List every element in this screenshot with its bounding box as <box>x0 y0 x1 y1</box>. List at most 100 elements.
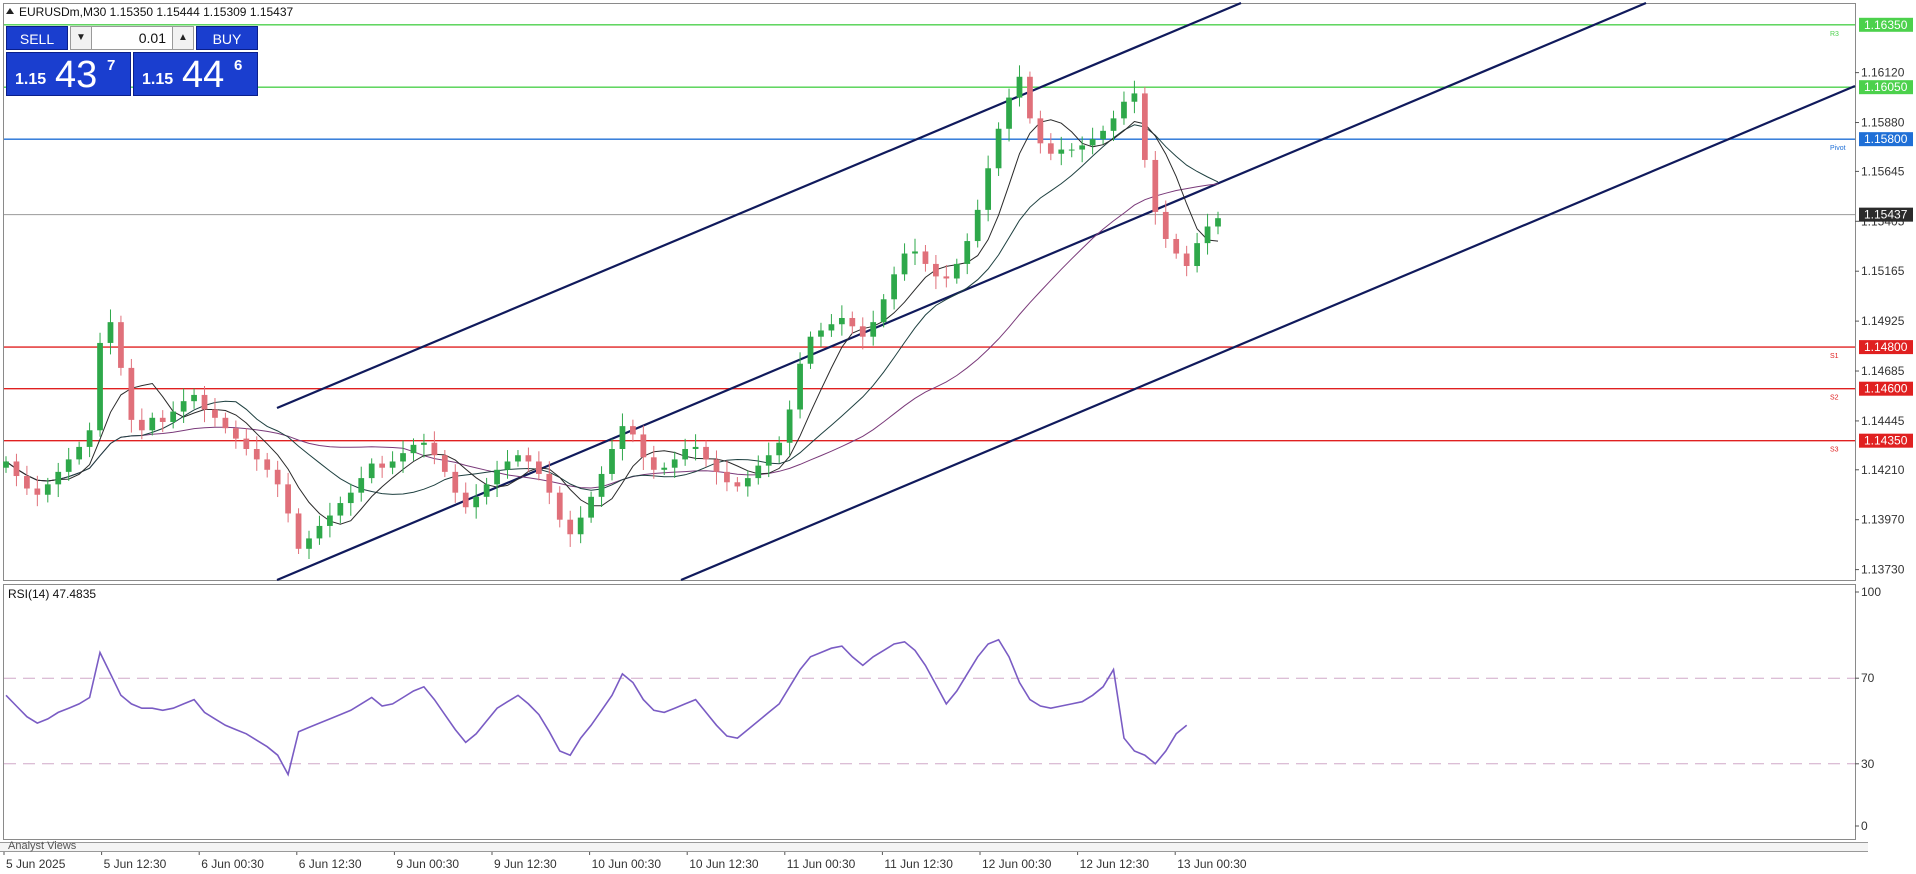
candle <box>577 506 584 544</box>
sell-button[interactable]: SELL <box>6 26 68 50</box>
candle-body <box>159 417 166 422</box>
candle <box>1121 91 1127 125</box>
candle-body <box>149 417 156 431</box>
candle <box>337 496 344 524</box>
time-tick-label: 11 Jun 12:30 <box>884 857 953 871</box>
candle-body <box>232 428 239 439</box>
time-tick-label: 12 Jun 12:30 <box>1080 857 1150 871</box>
candle <box>1141 86 1148 168</box>
candle-body <box>630 426 636 435</box>
candle-body <box>609 448 615 474</box>
candle-body <box>34 488 41 495</box>
candle-body <box>974 209 981 242</box>
candle <box>953 258 960 284</box>
rsi-axis: 100 70 30 0 <box>1855 585 1881 833</box>
candle-body <box>201 394 208 410</box>
candle <box>1058 136 1065 166</box>
sell-price-prefix: 1.15 <box>15 71 47 88</box>
candle-body <box>943 276 950 279</box>
candle-body <box>661 467 668 470</box>
candle-body <box>24 476 30 489</box>
rsi-tick-label: 100 <box>1861 585 1881 599</box>
level-tag: S3 <box>1830 447 1839 454</box>
candle <box>1068 143 1075 158</box>
candle-body <box>734 482 741 487</box>
lot-decrease-button[interactable]: ▼ <box>70 26 92 50</box>
candle-body <box>849 317 856 327</box>
candle-body <box>964 241 971 264</box>
candle <box>724 460 730 492</box>
candle <box>818 322 824 347</box>
candle <box>671 451 678 478</box>
candle <box>1173 233 1180 259</box>
time-tick-label: 12 Jun 00:30 <box>982 857 1052 871</box>
level-tag: S2 <box>1830 395 1839 402</box>
candle-body <box>253 448 260 460</box>
time-tick-label: 13 Jun 00:30 <box>1177 857 1247 871</box>
current-price-label: 1.15437 <box>1859 207 1913 222</box>
candle-body <box>1006 97 1012 129</box>
candle <box>912 238 918 265</box>
candle <box>859 317 866 350</box>
candle-body <box>588 496 594 518</box>
candle-body <box>515 455 521 462</box>
candle <box>567 510 574 547</box>
level-tag: Pivot <box>1830 145 1846 152</box>
candle-body <box>598 473 605 497</box>
candle-body <box>1141 93 1148 160</box>
sell-price-box[interactable]: 1.15 43 7 <box>6 52 131 96</box>
lot-size-input[interactable] <box>92 26 172 50</box>
rsi-tick-label: 0 <box>1861 819 1868 833</box>
candle-body <box>431 442 438 456</box>
candle-body <box>776 442 783 456</box>
candle-body <box>389 461 396 468</box>
rsi-panel-frame <box>3 584 1856 840</box>
chart-header-text: EURUSDm,M30 1.15350 1.15444 1.15309 1.15… <box>19 5 294 19</box>
candle-body <box>410 444 417 454</box>
candle-body <box>170 411 177 422</box>
candle <box>86 422 93 458</box>
candle-body <box>535 461 542 474</box>
candle-body <box>880 299 887 323</box>
candle-body <box>55 471 62 485</box>
price-chart[interactable]: 1.161201.158801.156451.154051.151651.149… <box>0 0 1916 874</box>
candle <box>191 388 197 409</box>
candle <box>535 451 542 481</box>
candle-body <box>462 492 469 508</box>
price-tick-label: 1.13970 <box>1861 513 1905 527</box>
channel-lower-line[interactable] <box>680 84 1856 582</box>
candle <box>546 461 553 505</box>
candle <box>974 199 981 248</box>
lot-increase-button[interactable]: ▲ <box>172 26 194 50</box>
candle <box>755 455 762 485</box>
candle-body <box>786 409 793 443</box>
candle <box>515 450 521 467</box>
buy-button[interactable]: BUY <box>196 26 258 50</box>
buy-price-prefix: 1.15 <box>142 71 174 88</box>
candle <box>452 464 459 503</box>
candle-body <box>838 317 845 325</box>
candle <box>347 483 354 516</box>
candle <box>421 433 427 458</box>
candle <box>462 482 469 514</box>
analyst-views-tab[interactable]: Analyst Views <box>8 841 76 852</box>
candle-body <box>97 342 103 431</box>
candle <box>964 233 971 275</box>
candle-body <box>953 263 960 279</box>
time-tick-label: 9 Jun 00:30 <box>396 857 459 871</box>
bottom-panel-bar[interactable] <box>0 842 1868 852</box>
candle-body <box>713 459 720 472</box>
level-price-labels: 1.16350 1.16050 1.15800 1.14800 1.14600 1.143… <box>1859 17 1913 448</box>
buy-price-box[interactable]: 1.15 44 6 <box>133 52 258 96</box>
candle-body <box>682 448 689 460</box>
level-price-text: 1.14800 <box>1864 340 1908 354</box>
candle-body <box>1016 76 1023 98</box>
level-price-text: 1.14600 <box>1864 382 1908 396</box>
candle-body <box>128 367 135 420</box>
candle-body <box>421 442 427 445</box>
candle-body <box>222 417 229 429</box>
candle <box>274 460 281 498</box>
candle <box>609 438 615 481</box>
candle-body <box>818 330 824 337</box>
collapse-triangle-icon[interactable] <box>6 8 14 14</box>
